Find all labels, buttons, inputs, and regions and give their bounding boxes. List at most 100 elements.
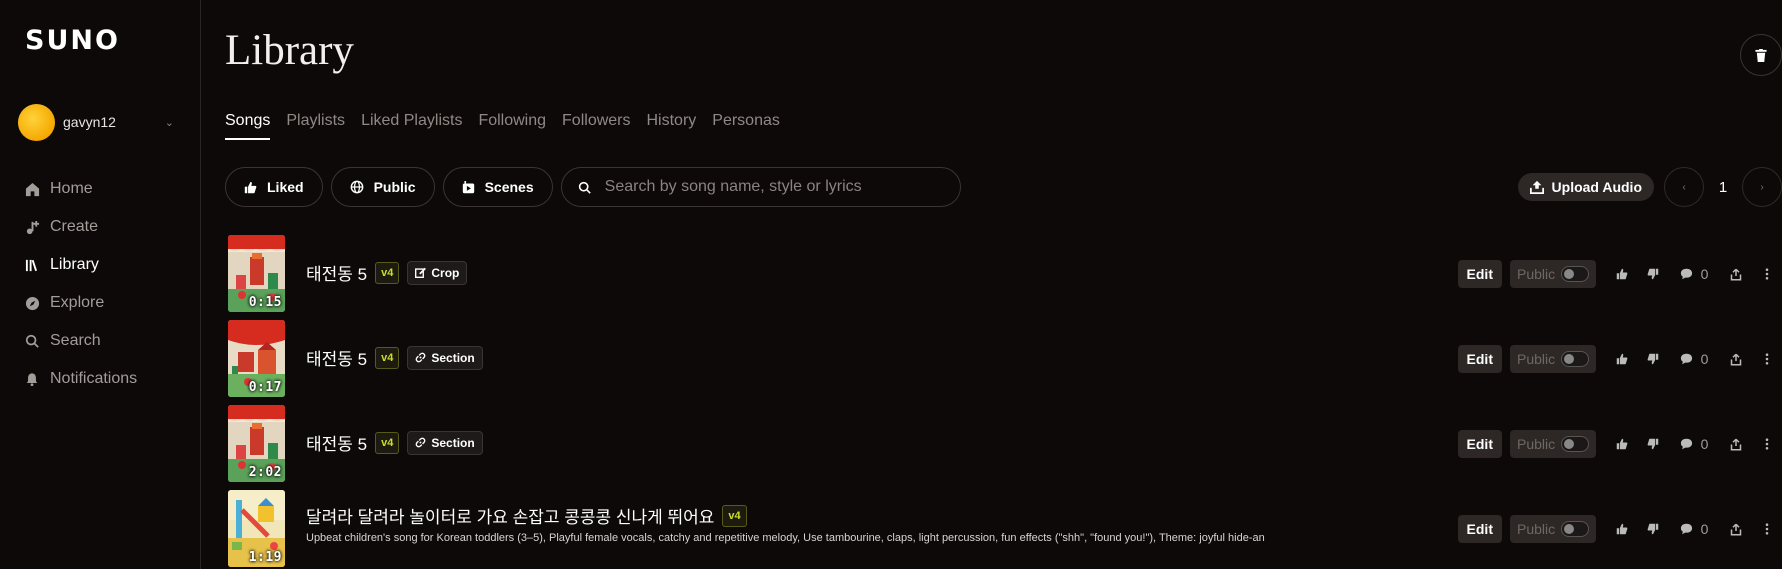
comments-button[interactable]: 0 (1668, 436, 1720, 452)
public-toggle-label: Public (1517, 436, 1556, 452)
dislike-button[interactable] (1637, 515, 1668, 543)
trash-icon (1755, 48, 1767, 62)
song-cover[interactable]: 0:15 (228, 235, 285, 312)
share-button[interactable] (1720, 430, 1751, 458)
tab-personas[interactable]: Personas (712, 112, 780, 140)
like-button[interactable] (1606, 260, 1637, 288)
filter-bar: Liked Public Scenes (225, 167, 961, 207)
sidebar-item-home[interactable]: Home (24, 170, 184, 208)
tab-following[interactable]: Following (478, 112, 546, 140)
song-cover[interactable]: 2:02 (228, 405, 285, 482)
like-button[interactable] (1606, 515, 1637, 543)
scenes-filter-button[interactable]: Scenes (442, 167, 553, 207)
song-search-input[interactable] (604, 178, 944, 196)
song-list: 0:15 태전동 5 v4 Crop Edit Public 0 0:17 태전… (228, 234, 1782, 569)
create-icon (24, 219, 40, 235)
sidebar-item-search[interactable]: Search (24, 322, 184, 360)
link-icon (415, 437, 426, 448)
bell-icon (24, 371, 40, 387)
more-vertical-icon (1765, 268, 1768, 280)
song-title[interactable]: 태전동 5 (306, 430, 367, 455)
song-tag[interactable]: Section (407, 430, 483, 455)
song-row[interactable]: 0:17 태전동 5 v4 Section Edit Public 0 (228, 319, 1782, 404)
chevron-down-icon: ⌄ (164, 116, 174, 129)
user-menu[interactable]: gavyn12 ⌄ (18, 103, 184, 141)
public-filter-button[interactable]: Public (330, 167, 435, 207)
public-toggle-label: Public (1517, 351, 1556, 367)
main-content: Library Songs Playlists Liked Playlists … (201, 0, 1782, 569)
liked-filter-button[interactable]: Liked (225, 167, 323, 207)
song-tag-label: Crop (431, 265, 460, 280)
sidebar-item-library[interactable]: Library (24, 246, 184, 284)
thumbs-down-icon (1647, 523, 1658, 535)
version-badge: v4 (375, 261, 400, 284)
public-toggle[interactable]: Public (1510, 260, 1596, 288)
more-options-button[interactable] (1751, 260, 1782, 288)
edit-button[interactable]: Edit (1457, 430, 1502, 458)
like-button[interactable] (1606, 430, 1637, 458)
sidebar-item-label: Home (50, 180, 93, 197)
share-button[interactable] (1720, 260, 1751, 288)
song-info: 태전동 5 v4 Crop (306, 260, 468, 285)
tab-playlists[interactable]: Playlists (286, 112, 345, 140)
version-badge: v4 (375, 346, 400, 369)
upload-audio-button[interactable]: Upload Audio (1517, 173, 1654, 201)
library-tabs: Songs Playlists Liked Playlists Followin… (225, 112, 796, 140)
sidebar-item-label: Notifications (50, 370, 138, 387)
thumbs-up-icon (1616, 523, 1627, 535)
more-options-button[interactable] (1751, 515, 1782, 543)
trash-button[interactable] (1740, 34, 1782, 76)
thumbs-up-icon (1616, 268, 1627, 280)
dislike-button[interactable] (1637, 260, 1668, 288)
edit-button[interactable]: Edit (1457, 345, 1502, 373)
sidebar-item-create[interactable]: Create (24, 208, 184, 246)
comment-icon (1680, 523, 1692, 535)
page-number: 1 (1718, 178, 1728, 196)
thumbs-down-icon (1647, 438, 1658, 450)
prev-page-button[interactable]: ‹ (1664, 167, 1704, 207)
dislike-button[interactable] (1637, 430, 1668, 458)
comments-button[interactable]: 0 (1668, 351, 1720, 367)
more-options-button[interactable] (1751, 430, 1782, 458)
song-row[interactable]: 2:02 태전동 5 v4 Section Edit Public 0 (228, 404, 1782, 489)
song-duration: 1:19 (248, 550, 282, 565)
public-toggle[interactable]: Public (1510, 430, 1596, 458)
share-icon (1730, 268, 1741, 280)
song-info: 태전동 5 v4 Section (306, 430, 483, 455)
tab-history[interactable]: History (647, 112, 697, 140)
song-row[interactable]: 0:15 태전동 5 v4 Crop Edit Public 0 (228, 234, 1782, 319)
scenes-icon (462, 180, 474, 193)
like-button[interactable] (1606, 345, 1637, 373)
more-options-button[interactable] (1751, 345, 1782, 373)
song-cover[interactable]: 0:17 (228, 320, 285, 397)
share-button[interactable] (1720, 345, 1751, 373)
song-title[interactable]: 태전동 5 (306, 260, 367, 285)
share-button[interactable] (1720, 515, 1751, 543)
song-tag[interactable]: Section (407, 345, 483, 370)
public-toggle[interactable]: Public (1510, 515, 1596, 543)
edit-button[interactable]: Edit (1457, 260, 1502, 288)
suno-logo[interactable]: SUNO (25, 25, 120, 56)
tab-songs[interactable]: Songs (225, 112, 271, 140)
song-cover[interactable]: 1:19 (228, 490, 285, 567)
upload-icon (1529, 180, 1544, 194)
sidebar-item-label: Explore (50, 294, 105, 311)
sidebar-item-explore[interactable]: Explore (24, 284, 184, 322)
more-vertical-icon (1765, 438, 1768, 450)
comments-button[interactable]: 0 (1668, 266, 1720, 282)
song-row[interactable]: 1:19 달려라 달려라 놀이터로 가요 손잡고 콩콩콩 신나게 뛰어요 v4 … (228, 489, 1782, 569)
song-title[interactable]: 달려라 달려라 놀이터로 가요 손잡고 콩콩콩 신나게 뛰어요 (306, 503, 714, 528)
public-toggle[interactable]: Public (1510, 345, 1596, 373)
tab-liked-playlists[interactable]: Liked Playlists (361, 112, 462, 140)
library-toolbar: Upload Audio ‹ 1 › (1517, 167, 1782, 207)
tab-followers[interactable]: Followers (562, 112, 630, 140)
edit-button[interactable]: Edit (1457, 515, 1502, 543)
song-tag[interactable]: Crop (407, 260, 468, 285)
sidebar-item-notifications[interactable]: Notifications (24, 360, 184, 398)
song-title[interactable]: 태전동 5 (306, 345, 367, 370)
share-icon (1730, 353, 1741, 365)
dislike-button[interactable] (1637, 345, 1668, 373)
next-page-button[interactable]: › (1742, 167, 1782, 207)
song-search-field[interactable] (560, 167, 961, 207)
comments-button[interactable]: 0 (1668, 521, 1720, 537)
